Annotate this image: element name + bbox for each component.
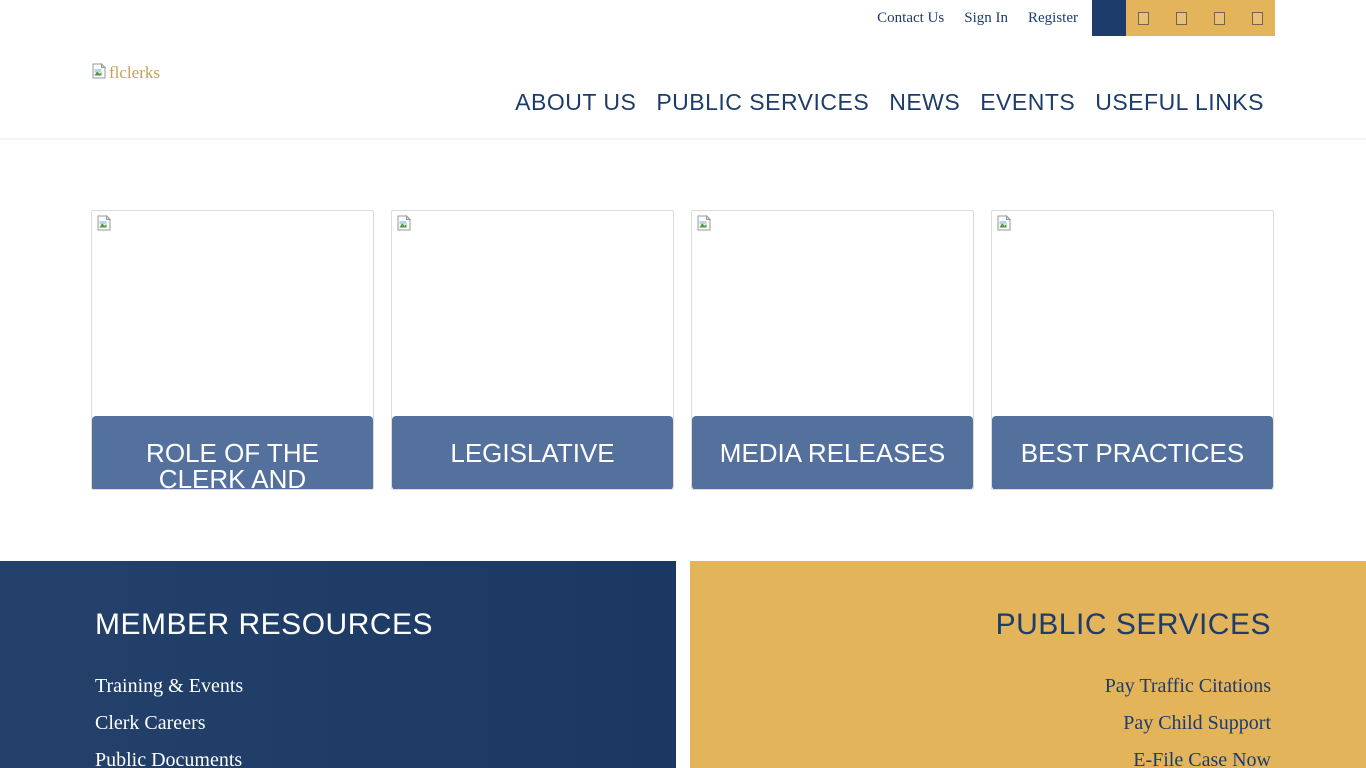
register-link[interactable]: Register (1028, 10, 1078, 27)
link-efile-case-now[interactable]: E-File Case Now (690, 742, 1271, 768)
nav-item-useful-links[interactable]: USEFUL LINKS (1095, 89, 1264, 116)
nav-item-news[interactable]: NEWS (889, 89, 960, 116)
broken-image-icon (996, 215, 1012, 231)
broken-image-icon (696, 215, 712, 231)
card-best-practices[interactable]: BEST PRACTICES (991, 210, 1274, 490)
member-resources-panel: MEMBER RESOURCES Training & Events Clerk… (0, 561, 676, 768)
card-media-releases[interactable]: MEDIA RELEASES (691, 210, 974, 490)
public-services-links: Pay Traffic Citations Pay Child Support … (690, 668, 1271, 768)
main-nav: ABOUT US PUBLIC SERVICES NEWS EVENTS USE… (515, 89, 1264, 116)
logo-alt-text: flclerks (109, 63, 160, 83)
social-links-bar (1126, 0, 1275, 36)
social-icon-placeholder-3[interactable] (1214, 12, 1225, 25)
site-header: flclerks ABOUT US PUBLIC SERVICES NEWS E… (0, 36, 1366, 140)
search-button[interactable] (1092, 0, 1126, 36)
link-pay-child-support[interactable]: Pay Child Support (690, 705, 1271, 742)
social-icon-placeholder-2[interactable] (1176, 12, 1187, 25)
link-pay-traffic-citations[interactable]: Pay Traffic Citations (690, 668, 1271, 705)
public-services-panel: PUBLIC SERVICES Pay Traffic Citations Pa… (690, 561, 1366, 768)
utility-bar: Contact Us Sign In Register (0, 0, 1366, 36)
feature-cards: ROLE OF THE CLERK AND COMPTROLLER LEGISL… (91, 210, 1275, 490)
card-title: LEGISLATIVE (392, 416, 673, 490)
card-role-of-the-clerk[interactable]: ROLE OF THE CLERK AND COMPTROLLER (91, 210, 374, 490)
member-resources-links: Training & Events Clerk Careers Public D… (95, 668, 676, 768)
utility-links: Contact Us Sign In Register (877, 10, 1078, 27)
site-logo[interactable]: flclerks (91, 63, 160, 83)
card-title: MEDIA RELEASES (692, 416, 973, 490)
card-title: ROLE OF THE CLERK AND COMPTROLLER (92, 416, 373, 490)
nav-item-about-us[interactable]: ABOUT US (515, 89, 636, 116)
footer-panels: MEMBER RESOURCES Training & Events Clerk… (0, 561, 1366, 768)
social-icon-placeholder-4[interactable] (1252, 12, 1263, 25)
link-clerk-careers[interactable]: Clerk Careers (95, 705, 676, 742)
sign-in-link[interactable]: Sign In (964, 10, 1008, 27)
member-resources-title: MEMBER RESOURCES (95, 608, 676, 642)
link-public-documents[interactable]: Public Documents (95, 742, 676, 768)
nav-item-events[interactable]: EVENTS (980, 89, 1075, 116)
broken-image-icon (96, 215, 112, 231)
broken-image-icon (91, 63, 107, 79)
card-legislative[interactable]: LEGISLATIVE (391, 210, 674, 490)
public-services-title: PUBLIC SERVICES (690, 608, 1271, 642)
card-title: BEST PRACTICES (992, 416, 1273, 490)
link-training-events[interactable]: Training & Events (95, 668, 676, 705)
nav-item-public-services[interactable]: PUBLIC SERVICES (656, 89, 869, 116)
broken-image-icon (396, 215, 412, 231)
panel-divider (676, 561, 690, 768)
social-icon-placeholder-1[interactable] (1138, 12, 1149, 25)
contact-us-link[interactable]: Contact Us (877, 10, 944, 27)
